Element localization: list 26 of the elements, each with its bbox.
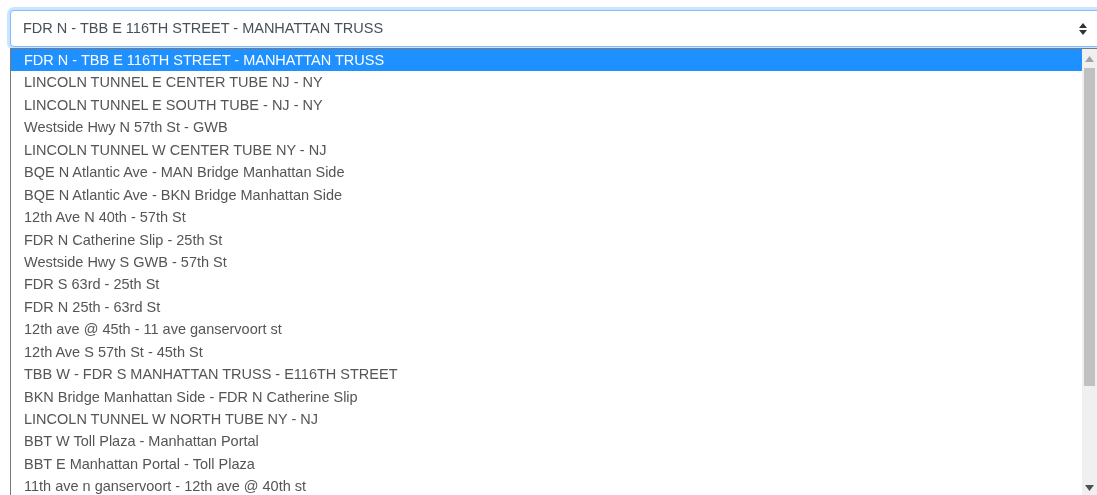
dropdown-option[interactable]: LINCOLN TUNNEL W NORTH TUBE NY - NJ	[11, 408, 1082, 431]
scrollbar[interactable]	[1082, 49, 1097, 495]
dropdown-option[interactable]: 12th Ave S 57th St - 45th St	[11, 340, 1082, 364]
dropdown-option[interactable]: TBB W - FDR S MANHATTAN TRUSS - E116TH STREET	[11, 363, 1082, 386]
dropdown-option[interactable]: FDR N Catherine Slip - 25th St	[11, 228, 1082, 251]
dropdown-option[interactable]: 11th ave n ganservoort - 12th ave @ 40th st	[11, 475, 1082, 495]
dropdown-option[interactable]: BQE N Atlantic Ave - MAN Bridge Manhattan Side	[11, 161, 1082, 184]
sort-caret-icon	[1079, 22, 1087, 35]
dropdown-option[interactable]: BBT W Toll Plaza - Manhattan Portal	[11, 430, 1082, 453]
scroll-thumb[interactable]	[1084, 68, 1095, 386]
dropdown-option[interactable]: 12th ave @ 45th - 11 ave ganservoort st	[11, 318, 1082, 341]
scroll-down-icon[interactable]	[1085, 485, 1094, 491]
dropdown-option[interactable]: Westside Hwy S GWB - 57th St	[11, 250, 1082, 274]
scroll-up-icon[interactable]	[1085, 56, 1094, 62]
dropdown-option[interactable]: BKN Bridge Manhattan Side - FDR N Catherine Slip	[11, 385, 1082, 408]
dropdown-option[interactable]: Westside Hwy N 57th St - GWB	[11, 116, 1082, 139]
dropdown-option[interactable]: BQE N Atlantic Ave - BKN Bridge Manhattan Side	[11, 183, 1082, 207]
route-select[interactable]: FDR N - TBB E 116TH STREET - MANHATTAN TRUSS	[10, 10, 1097, 47]
dropdown-option[interactable]: 12th Ave N 40th - 57th St	[11, 206, 1082, 229]
dropdown-option[interactable]: FDR S 63rd - 25th St	[11, 273, 1082, 296]
dropdown-option[interactable]: BBT E Manhattan Portal - Toll Plaza	[11, 452, 1082, 476]
dropdown-option[interactable]: LINCOLN TUNNEL E CENTER TUBE NJ - NY	[11, 71, 1082, 94]
dropdown-option[interactable]: LINCOLN TUNNEL E SOUTH TUBE - NJ - NY	[11, 93, 1082, 117]
dropdown-option[interactable]: FDR N 25th - 63rd St	[11, 295, 1082, 319]
dropdown-option[interactable]: LINCOLN TUNNEL W CENTER TUBE NY - NJ	[11, 138, 1082, 162]
selected-value: FDR N - TBB E 116TH STREET - MANHATTAN TRUSS	[23, 18, 385, 38]
